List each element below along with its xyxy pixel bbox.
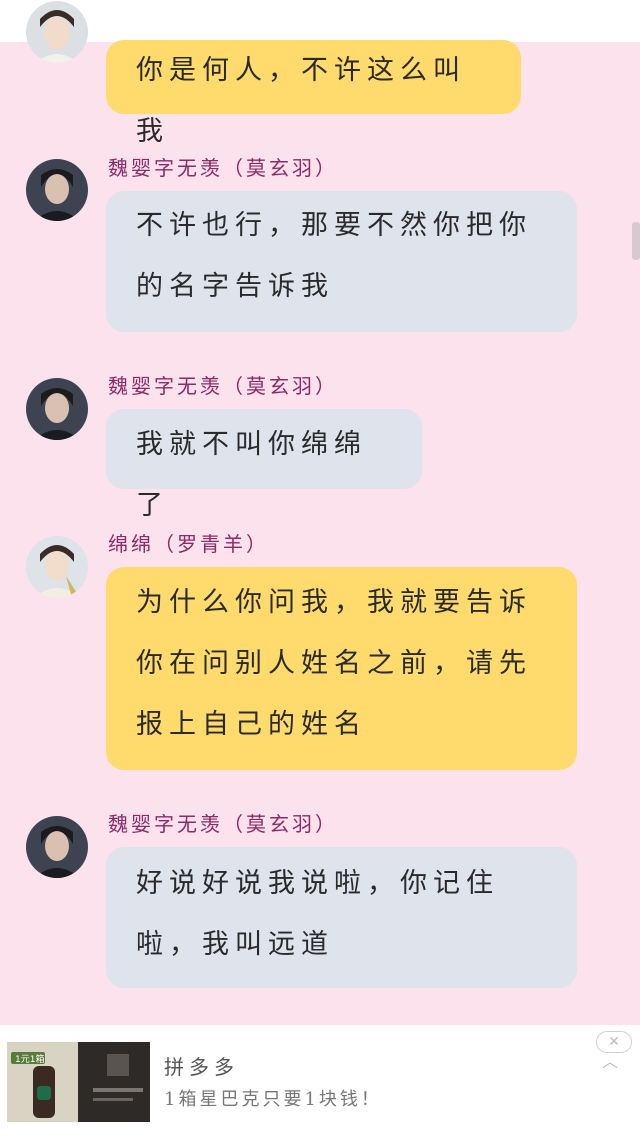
ad-banner[interactable]: 1元1箱 拼多多 1箱星巴克只要1块钱！ ✕ ︿: [0, 1025, 640, 1138]
top-bar: [0, 0, 640, 42]
message-line: 啦，我叫远道: [136, 929, 334, 960]
message-line: 不许也行，那要不然你把你: [136, 210, 532, 241]
message-line: 我就不叫你绵绵了: [136, 429, 367, 521]
chevron-up-icon[interactable]: ︿: [600, 1054, 620, 1070]
avatar-female[interactable]: [26, 536, 88, 598]
ad-brand: 拼多多: [164, 1055, 239, 1079]
sender-name: 绵绵（罗青羊）: [108, 532, 269, 556]
sender-name: 魏婴字无羡（莫玄羽）: [108, 812, 338, 836]
message-line: 你在问别人姓名之前，请先: [136, 648, 532, 679]
avatar-male[interactable]: [26, 816, 88, 878]
avatar-male[interactable]: [26, 378, 88, 440]
message-bubble: 你是何人，不许这么叫我: [106, 40, 521, 147]
message-line: 的名字告诉我: [136, 271, 334, 302]
close-icon[interactable]: ✕: [596, 1031, 632, 1053]
message-line: 好说好说我说啦，你记住: [136, 868, 499, 899]
sender-name: 魏婴字无羡（莫玄羽）: [108, 374, 338, 398]
message-bubble: 为什么你问我，我就要告诉 你在问别人姓名之前，请先 报上自己的姓名: [106, 567, 577, 770]
message-bubble: 好说好说我说啦，你记住 啦，我叫远道: [106, 847, 577, 988]
ad-text: 1箱星巴克只要1块钱！: [164, 1089, 382, 1110]
ad-thumb-badge: 1元1箱: [15, 1055, 45, 1065]
scrollbar-thumb[interactable]: [632, 222, 640, 260]
message-bubble: 我就不叫你绵绵了: [106, 409, 422, 521]
ad-thumbnail[interactable]: 1元1箱: [7, 1042, 150, 1122]
avatar-female[interactable]: [26, 1, 88, 63]
sender-name: 魏婴字无羡（莫玄羽）: [108, 156, 338, 180]
message-line: 你是何人，不许这么叫我: [136, 55, 466, 147]
message-line: 为什么你问我，我就要告诉: [136, 587, 532, 618]
message-line: 报上自己的姓名: [136, 709, 367, 740]
avatar-male[interactable]: [26, 159, 88, 221]
message-bubble: 不许也行，那要不然你把你 的名字告诉我: [106, 191, 577, 332]
